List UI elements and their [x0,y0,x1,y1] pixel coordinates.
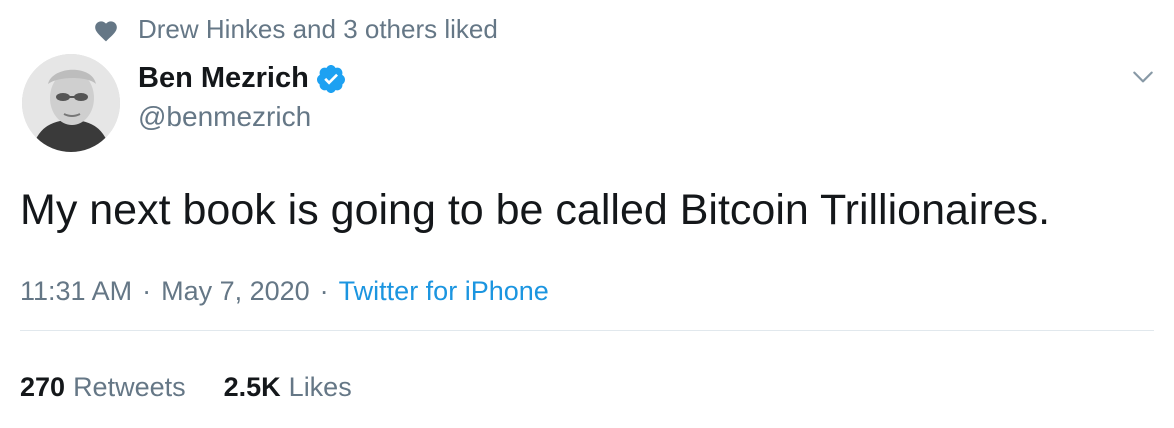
tweet-text: My next book is going to be called Bitco… [20,186,1051,234]
divider [20,330,1154,331]
avatar[interactable] [22,54,120,152]
chevron-down-icon[interactable] [1130,64,1156,90]
tweet-stats: 270 Retweets 2.5K Likes [20,372,390,403]
name-row: Ben Mezrich [138,62,347,95]
meta-separator: · [142,276,152,306]
verified-badge-icon [315,63,347,95]
tweet-date[interactable]: May 7, 2020 [161,276,310,307]
tweet-time[interactable]: 11:31 AM [20,276,132,307]
meta-separator: · [319,276,329,306]
retweets-label: Retweets [73,372,186,402]
tweet-source-link[interactable]: Twitter for iPhone [339,276,549,307]
retweets-count: 270 [20,372,66,402]
social-context-text[interactable]: Drew Hinkes and 3 others liked [138,14,498,45]
author-block: Ben Mezrich @benmezrich [138,62,347,133]
retweets-stat[interactable]: 270 Retweets [20,372,186,403]
tweet-meta: 11:31 AM · May 7, 2020 · Twitter for iPh… [20,276,549,307]
display-name[interactable]: Ben Mezrich [138,62,309,95]
likes-label: Likes [288,372,352,402]
likes-count: 2.5K [223,372,281,402]
likes-stat[interactable]: 2.5K Likes [224,372,352,403]
heart-icon [92,16,120,44]
social-context: Drew Hinkes and 3 others liked [92,14,498,45]
user-handle[interactable]: @benmezrich [138,101,347,133]
